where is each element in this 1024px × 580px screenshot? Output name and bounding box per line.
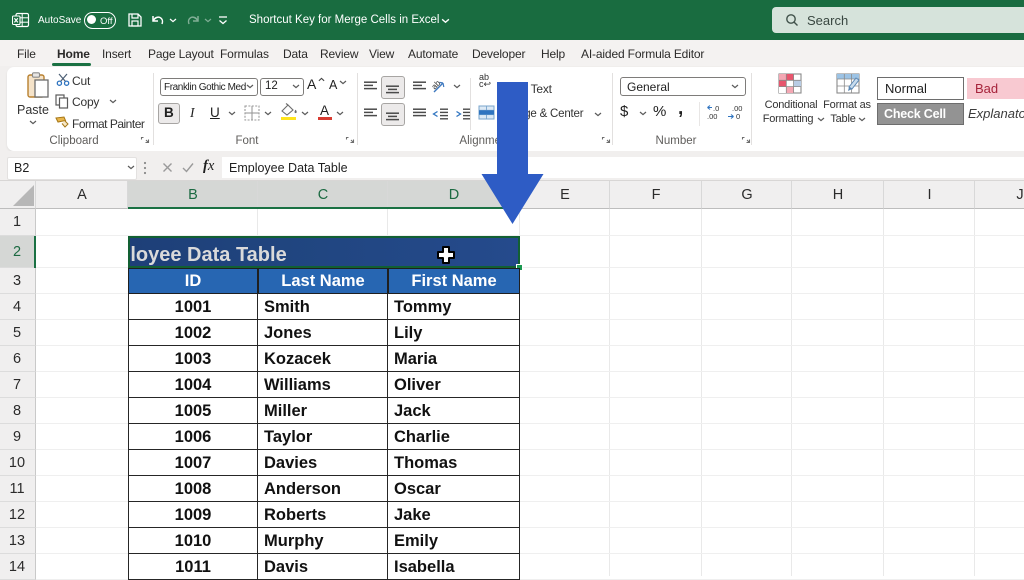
svg-text:.00: .00 — [707, 112, 717, 121]
svg-text:0: 0 — [736, 112, 740, 121]
svg-text:ab: ab — [432, 79, 443, 91]
